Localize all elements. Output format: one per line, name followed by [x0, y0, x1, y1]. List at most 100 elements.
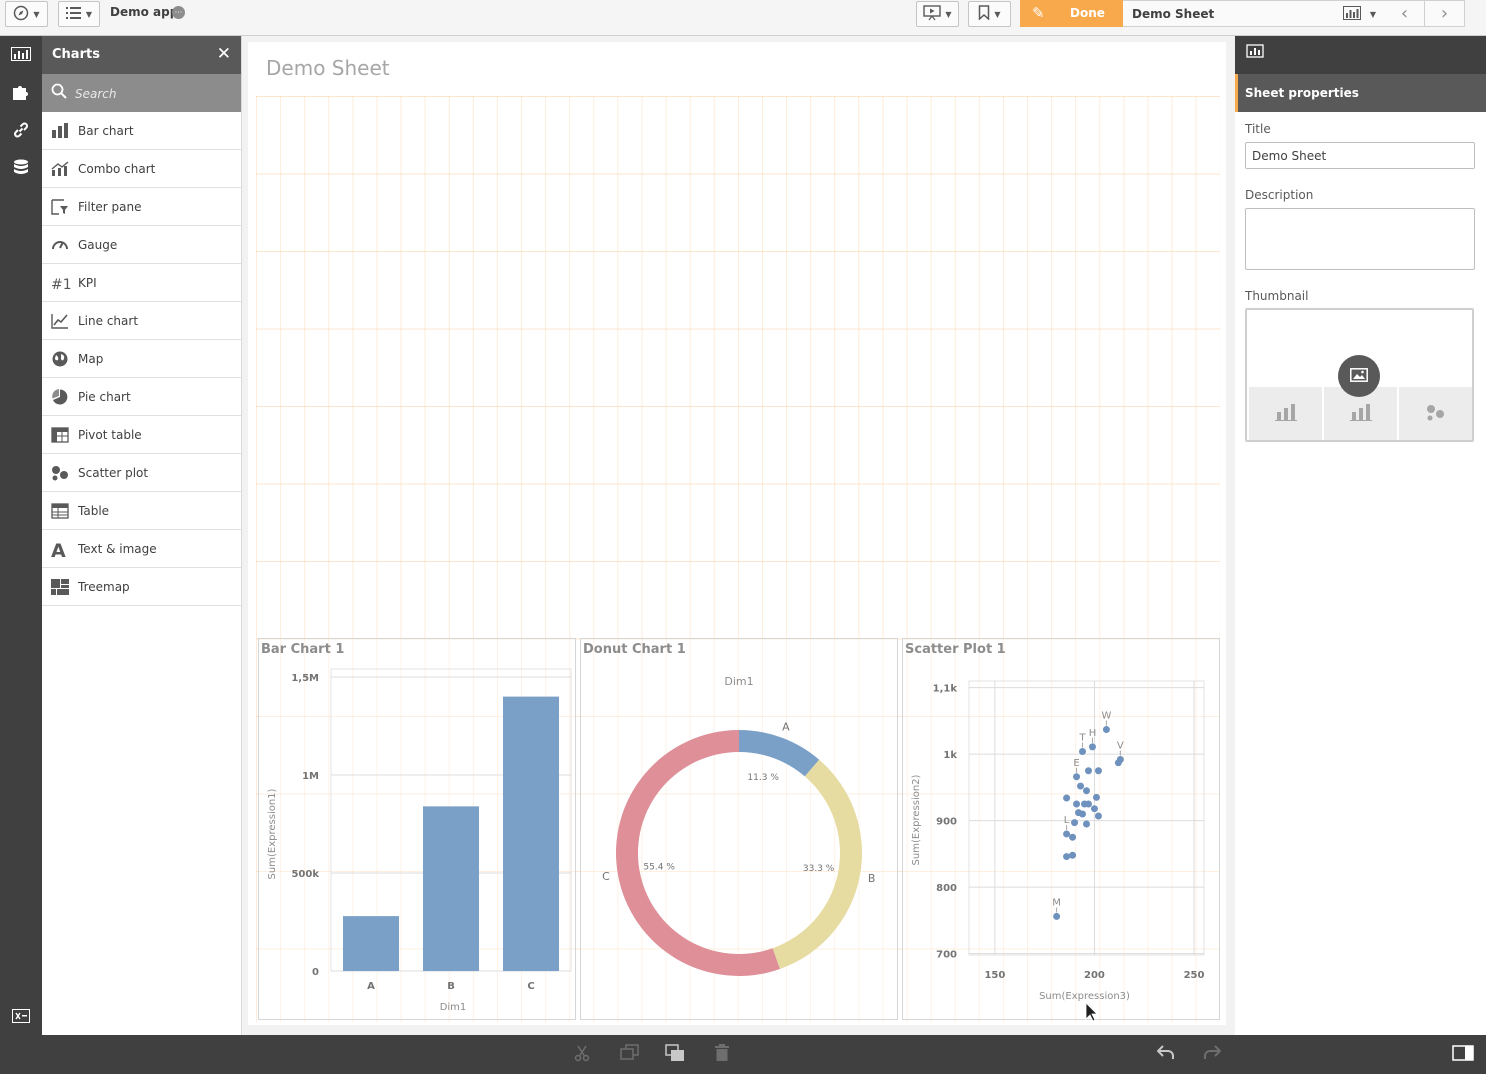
x-tick-label: 250 [1184, 970, 1205, 981]
chart-type-pie-chart[interactable]: Pie chart [42, 378, 241, 416]
close-icon[interactable]: ✕ [217, 44, 231, 64]
list-icon [65, 6, 82, 23]
rail-fields-button[interactable] [0, 150, 42, 188]
done-label: Done [1070, 6, 1105, 20]
donut-chart-object[interactable]: Donut Chart 1 Dim1 11.3 % A 33.3 % B 55.4 % C [580, 638, 898, 1020]
image-icon [1350, 367, 1368, 385]
copy-icon[interactable] [620, 1044, 640, 1065]
chart-type-gauge[interactable]: Gauge [42, 226, 241, 264]
bar-chart-icon [1274, 403, 1297, 424]
donut-slice [739, 730, 820, 777]
thumbnail-picker[interactable] [1245, 308, 1474, 442]
title-input[interactable]: Demo Sheet [1245, 142, 1475, 169]
bar-chart-object[interactable]: Bar Chart 1 0 500k 1M 1,5M A B C Dim1 Sum(Expres… [258, 638, 576, 1020]
chart-type-pivot-table[interactable]: Pivot table [42, 416, 241, 454]
pie-chart-icon [51, 389, 69, 405]
bar-chart-icon [1349, 403, 1372, 424]
sheet-properties-icon[interactable] [1246, 44, 1266, 63]
global-menu-button[interactable]: ▼ [5, 1, 48, 27]
bookmark-button[interactable]: ▼ [968, 1, 1011, 27]
charts-panel: Charts ✕ Search Bar chart Combo chart Filt… [42, 36, 242, 1035]
y-axis-label: Sum(Expression2) [911, 774, 922, 865]
cut-icon[interactable] [573, 1044, 591, 1065]
app-name[interactable]: Demo app [110, 5, 178, 19]
chart-type-label: Text & image [78, 542, 157, 556]
sheet-selector[interactable]: Demo Sheet ▼ [1123, 0, 1386, 27]
description-textarea[interactable] [1245, 208, 1475, 270]
pivot-table-icon [51, 427, 69, 443]
chart-type-label: Table [78, 504, 110, 518]
sheet-properties-title: Sheet properties [1245, 86, 1359, 100]
thumbnail-bar-chart-preview [1249, 387, 1322, 440]
map-icon [51, 351, 69, 367]
chevron-down-icon: ▼ [945, 9, 952, 19]
chart-type-line-chart[interactable]: Line chart [42, 302, 241, 340]
thumbnail-image-button[interactable] [1338, 355, 1380, 397]
chart-type-label: KPI [78, 276, 97, 290]
chart-type-filter-pane[interactable]: Filter pane [42, 188, 241, 226]
app-info-icon[interactable]: ··· [172, 6, 185, 19]
chart-type-treemap[interactable]: Treemap [42, 568, 241, 606]
scatter-plot-svg: 700 800 900 1k 1,1k 150 200 250 W V HT E L M Sum(Expre… [911, 680, 1205, 1021]
scatter-plot-object[interactable]: Scatter Plot 1 700 800 900 1k 1,1k 150 200 250 W… [902, 638, 1220, 1021]
charts-search-box[interactable]: Search [42, 74, 241, 112]
x-tick-label: C [527, 981, 534, 992]
scatter-point [1084, 767, 1092, 775]
previous-sheet-button[interactable]: ‹ [1385, 0, 1425, 27]
y-tick-label: 1M [302, 771, 319, 782]
scatter-point [1071, 819, 1079, 827]
rail-charts-button[interactable] [0, 36, 42, 74]
chart-type-bar-chart[interactable]: Bar chart [42, 112, 241, 150]
bar [503, 696, 559, 971]
scatter-point [1094, 812, 1102, 820]
point-label: H [1089, 728, 1097, 739]
point-label: T [1078, 732, 1086, 743]
chart-type-table[interactable]: Table [42, 492, 241, 530]
donut-chart-svg: Dim1 11.3 % A 33.3 % B 55.4 % C [602, 675, 876, 976]
undo-icon[interactable] [1156, 1044, 1175, 1063]
y-tick-label: 900 [936, 817, 957, 828]
done-button[interactable]: ✎ Done [1020, 0, 1123, 27]
chart-icon [11, 46, 31, 64]
sheet-properties-header: Sheet properties [1235, 74, 1486, 112]
sheet-icon [1343, 6, 1361, 23]
chevron-down-icon: ▼ [1369, 10, 1376, 19]
chart-type-label: Scatter plot [78, 466, 149, 480]
bar [423, 806, 479, 971]
chart-type-map[interactable]: Map [42, 340, 241, 378]
navigation-menu-button[interactable]: ▼ [58, 1, 100, 27]
next-sheet-button[interactable]: › [1425, 0, 1465, 27]
scatter-point [1090, 805, 1098, 813]
point-label: E [1073, 758, 1079, 769]
rail-extensions-button[interactable] [0, 74, 42, 112]
thumbnail-label: Thumbnail [1245, 289, 1309, 303]
x-tick-label: B [447, 981, 455, 992]
slice-category-label: B [868, 872, 876, 885]
rail-variables-button[interactable] [0, 998, 42, 1036]
chart-type-text-image[interactable]: A Text & image [42, 530, 241, 568]
toggle-properties-icon[interactable] [1452, 1045, 1474, 1064]
chart-type-combo-chart[interactable]: Combo chart [42, 150, 241, 188]
redo-icon[interactable] [1203, 1044, 1222, 1063]
y-tick-label: 0 [312, 967, 319, 978]
chart-type-scatter-plot[interactable]: Scatter plot [42, 454, 241, 492]
scatter-point [1102, 726, 1110, 734]
chart-type-kpi[interactable]: #1 KPI [42, 264, 241, 302]
delete-icon[interactable] [714, 1044, 730, 1065]
present-button[interactable]: ▼ [916, 1, 959, 27]
bottom-toolbar [0, 1035, 1486, 1074]
point-label: M [1052, 897, 1061, 908]
sheet-title[interactable]: Demo Sheet [266, 56, 390, 80]
rail-master-items-button[interactable] [0, 112, 42, 150]
x-tick-label: 150 [984, 970, 1005, 981]
slice-category-label: C [602, 870, 610, 883]
y-tick-label: 700 [936, 950, 957, 961]
donut-subtitle: Dim1 [724, 675, 753, 688]
scatter-point [1073, 773, 1081, 781]
search-icon [51, 83, 67, 99]
paste-icon[interactable] [665, 1044, 685, 1065]
scatter-point [1079, 747, 1087, 755]
scatter-point [1063, 853, 1071, 861]
charts-panel-title: Charts [52, 47, 100, 62]
compass-icon [13, 5, 29, 24]
